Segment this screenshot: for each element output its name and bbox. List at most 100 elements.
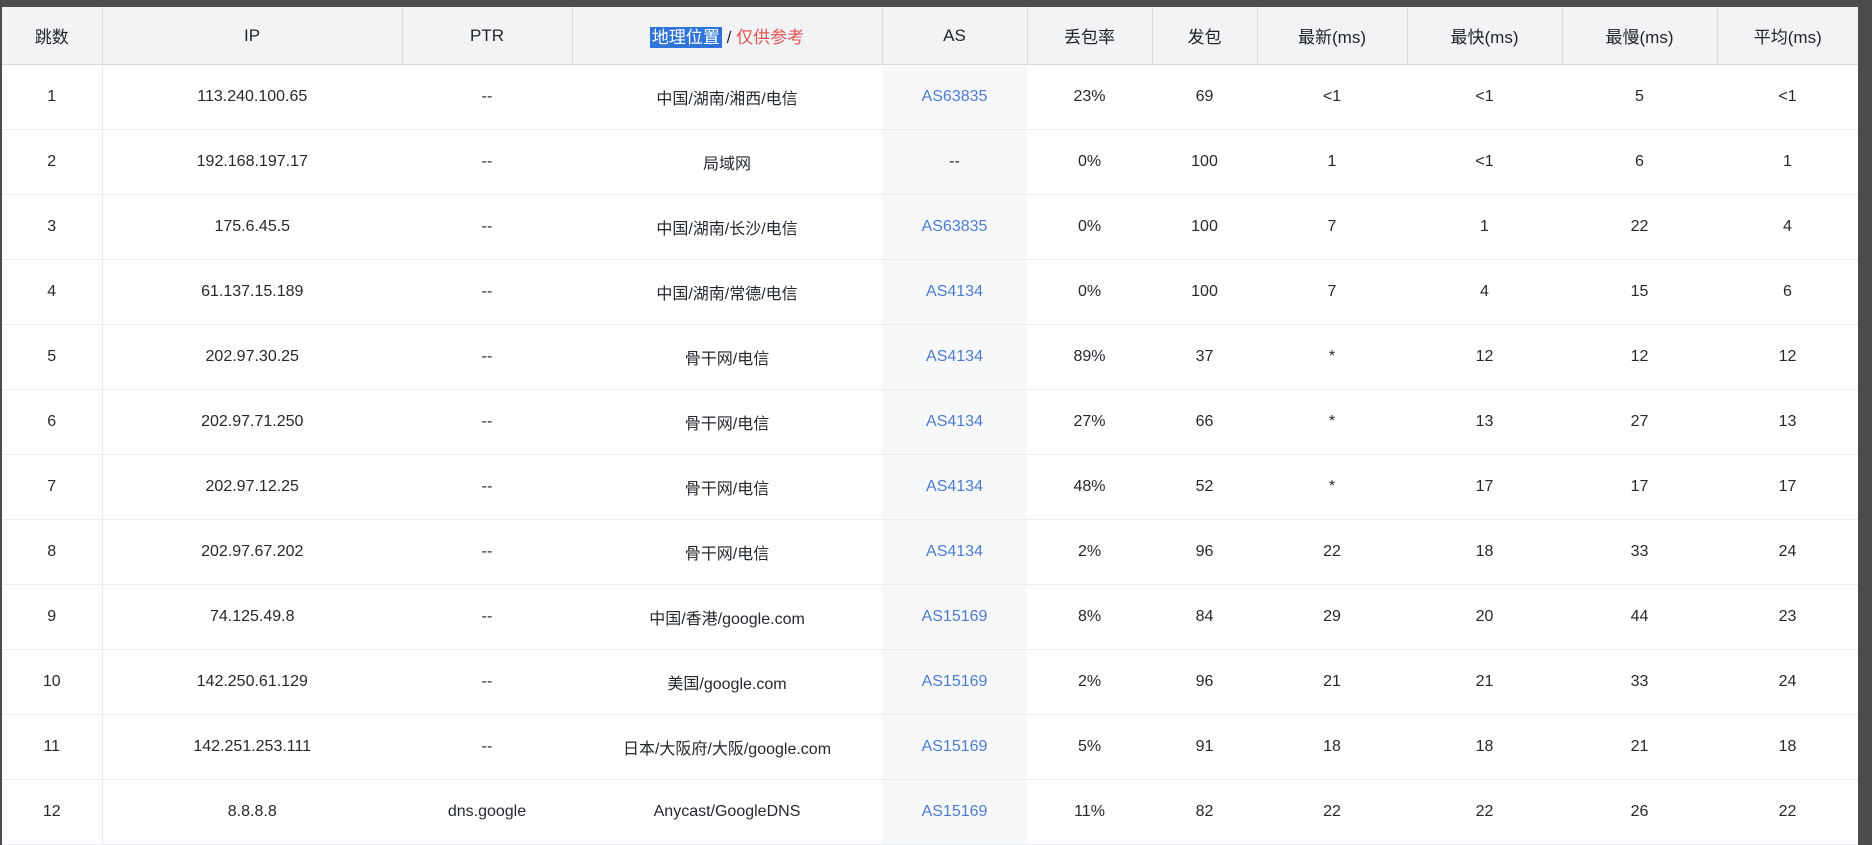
cell-fastest: 18	[1407, 714, 1562, 780]
cell-latest: 1	[1257, 129, 1407, 195]
cell-hop: 4	[2, 259, 103, 325]
table-row: 3 175.6.45.5 -- 中国/湖南/长沙/电信 AS63835 0% 100 7 1 22…	[2, 194, 1858, 260]
cell-slowest: 22	[1562, 194, 1717, 260]
column-header-sent: 发包	[1152, 7, 1258, 65]
cell-geo: 骨干网/电信	[572, 519, 882, 585]
cell-fastest: <1	[1407, 64, 1562, 130]
as-link[interactable]: AS4134	[926, 543, 983, 560]
cell-average: 6	[1717, 259, 1858, 325]
cell-ptr: --	[402, 454, 572, 520]
cell-loss: 8%	[1027, 584, 1152, 650]
cell-ip: 192.168.197.17	[102, 129, 402, 195]
as-link[interactable]: AS4134	[926, 478, 983, 495]
cell-hop: 11	[2, 714, 103, 780]
cell-fastest: 21	[1407, 649, 1562, 715]
cell-ptr: --	[402, 129, 572, 195]
cell-sent: 91	[1152, 714, 1257, 780]
cell-slowest: 12	[1562, 324, 1717, 390]
as-link[interactable]: AS15169	[922, 738, 988, 755]
cell-as: AS4134	[882, 519, 1027, 585]
cell-ptr: --	[402, 584, 572, 650]
cell-latest: *	[1257, 454, 1407, 520]
cell-ip: 8.8.8.8	[102, 779, 402, 845]
cell-loss: 48%	[1027, 454, 1152, 520]
cell-as: AS15169	[882, 779, 1027, 845]
cell-sent: 100	[1152, 259, 1257, 325]
as-link[interactable]: AS15169	[922, 803, 988, 820]
cell-as: AS15169	[882, 584, 1027, 650]
cell-geo: 中国/湖南/常德/电信	[572, 259, 882, 325]
column-header-geo: 地理位置 / 仅供参考	[572, 7, 883, 65]
cell-hop: 9	[2, 584, 103, 650]
as-link[interactable]: AS4134	[926, 348, 983, 365]
table-row: 2 192.168.197.17 -- 局域网 -- 0% 100 1 <1 6 1	[2, 129, 1858, 195]
cell-geo: 骨干网/电信	[572, 324, 882, 390]
table-row: 5 202.97.30.25 -- 骨干网/电信 AS4134 89% 37 * 12 12 12	[2, 324, 1858, 390]
cell-ptr: dns.google	[402, 779, 572, 845]
cell-geo: Anycast/GoogleDNS	[572, 779, 882, 845]
cell-average: 1	[1717, 129, 1858, 195]
cell-latest: 7	[1257, 259, 1407, 325]
table-row: 6 202.97.71.250 -- 骨干网/电信 AS4134 27% 66 * 13 27 13	[2, 389, 1858, 455]
cell-slowest: 33	[1562, 519, 1717, 585]
as-link[interactable]: AS63835	[922, 218, 988, 235]
cell-latest: *	[1257, 389, 1407, 455]
cell-fastest: 22	[1407, 779, 1562, 845]
as-link[interactable]: AS15169	[922, 608, 988, 625]
table-body: 1 113.240.100.65 -- 中国/湖南/湘西/电信 AS63835 23% 69…	[2, 64, 1858, 845]
cell-loss: 2%	[1027, 519, 1152, 585]
cell-ip: 202.97.30.25	[102, 324, 402, 390]
column-header-slowest: 最慢(ms)	[1562, 7, 1718, 65]
cell-loss: 0%	[1027, 194, 1152, 260]
cell-latest: 18	[1257, 714, 1407, 780]
cell-average: 23	[1717, 584, 1858, 650]
column-header-ip: IP	[102, 7, 403, 65]
cell-latest: 29	[1257, 584, 1407, 650]
column-header-average: 平均(ms)	[1717, 7, 1858, 65]
column-header-loss: 丢包率	[1027, 7, 1153, 65]
cell-ip: 202.97.71.250	[102, 389, 402, 455]
cell-geo: 日本/大阪府/大阪/google.com	[572, 714, 882, 780]
cell-loss: 0%	[1027, 129, 1152, 195]
cell-as: AS15169	[882, 649, 1027, 715]
cell-geo: 骨干网/电信	[572, 389, 882, 455]
cell-average: 18	[1717, 714, 1858, 780]
cell-ptr: --	[402, 194, 572, 260]
cell-average: 24	[1717, 519, 1858, 585]
cell-ptr: --	[402, 649, 572, 715]
geo-header-note: 仅供参考	[736, 28, 805, 47]
cell-slowest: 33	[1562, 649, 1717, 715]
cell-geo: 骨干网/电信	[572, 454, 882, 520]
table-row: 8 202.97.67.202 -- 骨干网/电信 AS4134 2% 96 22 18 33 24	[2, 519, 1858, 585]
table-row: 4 61.137.15.189 -- 中国/湖南/常德/电信 AS4134 0% 100 7 4…	[2, 259, 1858, 325]
cell-as: AS4134	[882, 389, 1027, 455]
geo-header-label: 地理位置	[649, 27, 722, 48]
cell-average: 17	[1717, 454, 1858, 520]
cell-average: 4	[1717, 194, 1858, 260]
cell-geo: 中国/香港/google.com	[572, 584, 882, 650]
cell-sent: 82	[1152, 779, 1257, 845]
cell-slowest: 27	[1562, 389, 1717, 455]
as-link[interactable]: AS15169	[922, 673, 988, 690]
cell-slowest: 26	[1562, 779, 1717, 845]
cell-sent: 100	[1152, 129, 1257, 195]
cell-ip: 142.251.253.111	[102, 714, 402, 780]
as-link[interactable]: AS4134	[926, 413, 983, 430]
geo-header-separator: /	[721, 28, 737, 47]
cell-hop: 2	[2, 129, 103, 195]
cell-geo: 中国/湖南/长沙/电信	[572, 194, 882, 260]
cell-as: AS63835	[882, 64, 1027, 130]
cell-ptr: --	[402, 259, 572, 325]
cell-sent: 37	[1152, 324, 1257, 390]
table-header: 跳数 IP PTR 地理位置 / 仅供参考 AS 丢包率 发包 最新(ms) 最…	[2, 7, 1858, 65]
cell-hop: 3	[2, 194, 103, 260]
cell-ptr: --	[402, 714, 572, 780]
cell-loss: 27%	[1027, 389, 1152, 455]
cell-sent: 84	[1152, 584, 1257, 650]
as-link[interactable]: AS63835	[922, 88, 988, 105]
cell-geo: 美国/google.com	[572, 649, 882, 715]
cell-average: 22	[1717, 779, 1858, 845]
as-link[interactable]: AS4134	[926, 283, 983, 300]
column-header-ptr: PTR	[402, 7, 573, 65]
cell-fastest: 12	[1407, 324, 1562, 390]
